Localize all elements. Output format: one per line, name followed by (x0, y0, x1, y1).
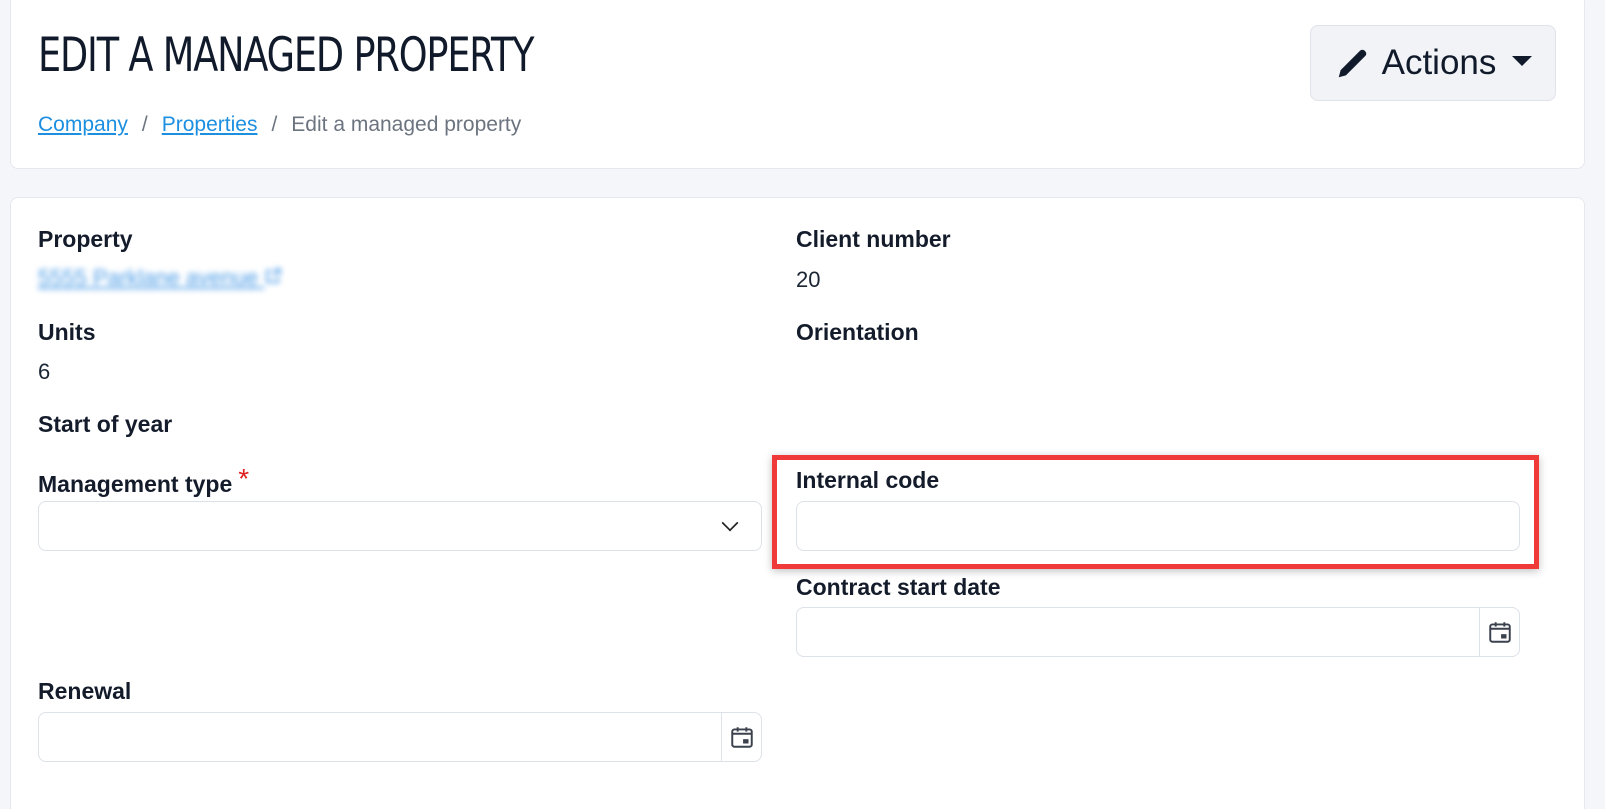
management-type-select[interactable] (38, 501, 762, 551)
start-of-year-label: Start of year (38, 411, 173, 437)
breadcrumb-properties-link[interactable]: Properties (162, 113, 258, 136)
calendar-icon (730, 727, 753, 748)
breadcrumb: Company / Properties / Edit a managed proper… (38, 113, 521, 137)
breadcrumb-separator: / (141, 113, 148, 136)
caret-down-icon (1512, 56, 1533, 66)
internal-code-label: Internal code (796, 467, 940, 493)
external-link-icon (266, 268, 281, 283)
contract-start-date-label: Contract start date (796, 574, 1001, 600)
units-label: Units (38, 319, 96, 345)
units-value: 6 (38, 359, 51, 384)
orientation-label: Orientation (796, 319, 919, 345)
management-type-label-text: Management type (38, 471, 233, 497)
required-asterisk: * (238, 463, 250, 494)
internal-code-field-wrapper (796, 501, 1520, 551)
breadcrumb-company-link[interactable]: Company (38, 113, 128, 136)
pencil-icon (1338, 49, 1366, 78)
contract-start-date-input[interactable] (797, 608, 1479, 656)
client-number-value: 20 (796, 267, 821, 292)
contract-start-date-field (796, 607, 1520, 657)
contract-start-date-calendar-button[interactable] (1479, 608, 1519, 656)
renewal-field (38, 712, 762, 762)
internal-code-input[interactable] (797, 502, 1519, 550)
calendar-icon (1488, 622, 1511, 643)
renewal-input[interactable] (39, 713, 721, 761)
renewal-calendar-button[interactable] (721, 713, 761, 761)
management-type-label: Management type * (38, 463, 249, 499)
renewal-label: Renewal (38, 678, 132, 704)
actions-dropdown-button[interactable]: Actions (1310, 25, 1556, 101)
page-title: EDIT A MANAGED PROPERTY (38, 28, 535, 83)
breadcrumb-current: Edit a managed property (291, 113, 522, 136)
actions-label: Actions (1381, 43, 1497, 82)
property-label: Property (38, 226, 133, 252)
property-link[interactable]: 5555 Parklane avenue (38, 265, 282, 291)
client-number-label: Client number (796, 226, 951, 252)
property-value: 5555 Parklane avenue (38, 265, 259, 290)
breadcrumb-separator: / (271, 113, 278, 136)
chevron-down-icon (721, 514, 739, 532)
